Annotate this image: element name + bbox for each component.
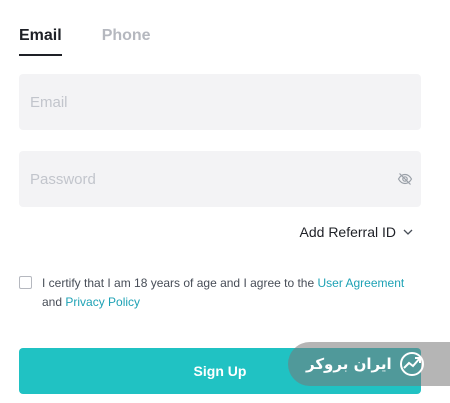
agreement-text-before: I certify that I am 18 years of age and …: [42, 276, 318, 290]
password-field-container: [19, 151, 421, 207]
privacy-policy-link[interactable]: Privacy Policy: [65, 295, 140, 309]
agreement-checkbox[interactable]: [19, 276, 32, 289]
tab-phone[interactable]: Phone: [102, 26, 151, 56]
tab-email[interactable]: Email: [19, 26, 62, 56]
eye-slash-icon[interactable]: [397, 171, 413, 187]
agreement-text-and: and: [42, 295, 66, 309]
chart-arrow-icon: [399, 352, 424, 376]
watermark-logo: ایران بروکر: [288, 342, 450, 386]
email-field-container: [19, 74, 421, 130]
signup-form-page: Email Phone Add Referral ID I certify th…: [0, 0, 450, 403]
auth-method-tabs: Email Phone: [19, 26, 151, 56]
referral-label: Add Referral ID: [299, 224, 396, 240]
agreement-row: I certify that I am 18 years of age and …: [19, 274, 414, 312]
watermark-text: ایران بروکر: [306, 355, 392, 373]
chevron-down-icon: [403, 229, 413, 235]
email-input[interactable]: [19, 74, 421, 130]
add-referral-id-toggle[interactable]: Add Referral ID: [300, 224, 414, 240]
user-agreement-link[interactable]: User Agreement: [318, 276, 405, 290]
agreement-text: I certify that I am 18 years of age and …: [42, 274, 404, 312]
password-input[interactable]: [19, 151, 421, 207]
